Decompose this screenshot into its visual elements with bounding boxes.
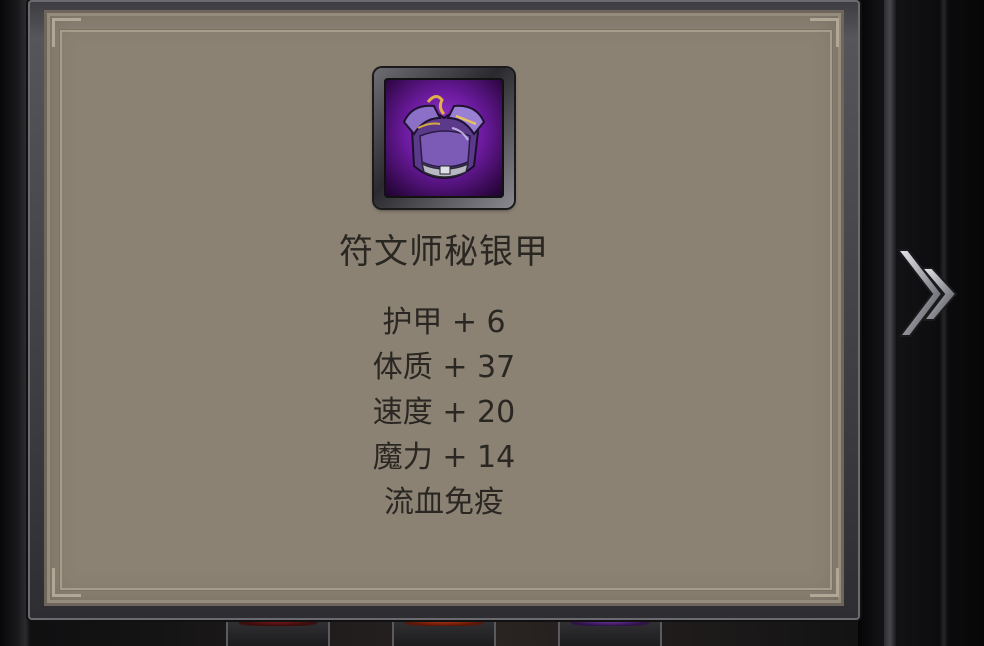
left-panel-edge [0, 0, 30, 646]
item-stats-list: 护甲 + 6 体质 + 37 速度 + 20 魔力 + 14 流血免疫 [294, 300, 594, 525]
item-name: 符文师秘银甲 [339, 232, 549, 272]
stat-magic: 魔力 + 14 [372, 440, 516, 475]
corner-ornament [810, 568, 839, 597]
stat-speed: 速度 + 20 [372, 395, 516, 430]
corner-ornament [52, 18, 81, 47]
stat-bleed-immunity: 流血免疫 [384, 485, 504, 520]
item-icon-frame [374, 68, 514, 208]
purple-chest-armor-icon [384, 78, 504, 198]
corner-ornament [52, 568, 81, 597]
game-screen: 符文师秘银甲 护甲 + 6 体质 + 37 速度 + 20 魔力 + 14 流血… [0, 0, 984, 646]
next-item-button[interactable] [892, 238, 968, 348]
double-chevron-right-icon [895, 249, 958, 337]
corner-ornament [810, 18, 839, 47]
stat-armor: 护甲 + 6 [382, 305, 506, 340]
stat-constitution: 体质 + 37 [372, 350, 516, 385]
